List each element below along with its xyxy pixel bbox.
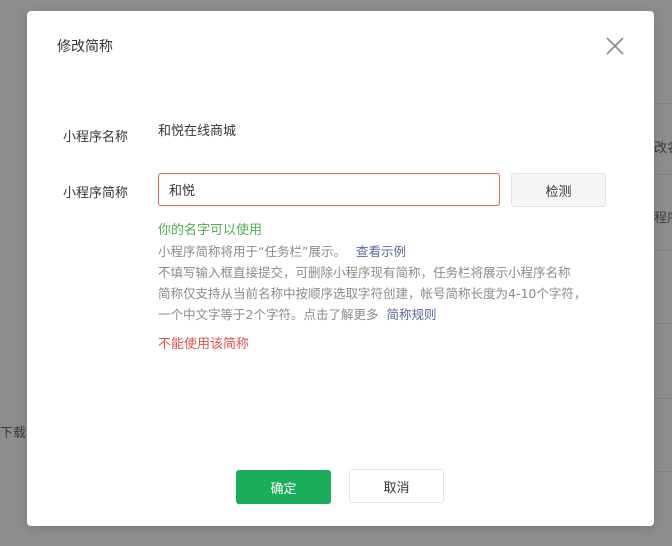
short-name-label: 小程序简称 bbox=[63, 186, 129, 201]
help-line: 小程序简称将用于“任务栏”展示。 查看示例 bbox=[158, 241, 406, 260]
short-name-rules-link[interactable]: 简称规则 bbox=[386, 307, 436, 322]
background-divider bbox=[654, 250, 672, 251]
check-button[interactable]: 检测 bbox=[511, 173, 606, 207]
confirm-button[interactable]: 确定 bbox=[236, 470, 331, 504]
background-divider bbox=[654, 103, 672, 104]
cancel-button[interactable]: 取消 bbox=[349, 469, 444, 503]
dialog-title: 修改简称 bbox=[57, 39, 113, 55]
short-name-input[interactable] bbox=[158, 173, 500, 206]
view-example-link[interactable]: 查看示例 bbox=[356, 244, 406, 259]
help-line: 不填写输入框直接提交，可删除小程序现有简称，任务栏将展示小程序名称 bbox=[158, 265, 571, 280]
background-divider bbox=[654, 323, 672, 324]
background-divider bbox=[654, 398, 672, 399]
edit-short-name-dialog: 修改简称 小程序名称 和悦在线商城 小程序简称 检测 你的名字可以使用 小程序简… bbox=[27, 11, 654, 526]
success-message: 你的名字可以使用 bbox=[158, 223, 263, 238]
background-text: 改名 bbox=[654, 141, 672, 156]
background-text: 程序 bbox=[654, 211, 672, 226]
help-line: 一个中文字等于2个字符。点击了解更多 简称规则 bbox=[158, 304, 436, 323]
background-divider bbox=[654, 174, 672, 175]
background-text: 下载 bbox=[0, 426, 27, 441]
help-text: 小程序简称将用于“任务栏”展示。 bbox=[158, 244, 346, 259]
error-message: 不能使用该简称 bbox=[158, 337, 250, 352]
help-line: 简称仅支持从当前名称中按顺序选取字符创建，帐号简称长度为4-10个字符， bbox=[158, 286, 587, 301]
close-icon[interactable] bbox=[604, 35, 626, 57]
program-name-value: 和悦在线商城 bbox=[158, 124, 237, 139]
help-text: 一个中文字等于2个字符。点击了解更多 bbox=[158, 307, 379, 322]
program-name-label: 小程序名称 bbox=[63, 130, 129, 145]
background-divider bbox=[654, 471, 672, 472]
